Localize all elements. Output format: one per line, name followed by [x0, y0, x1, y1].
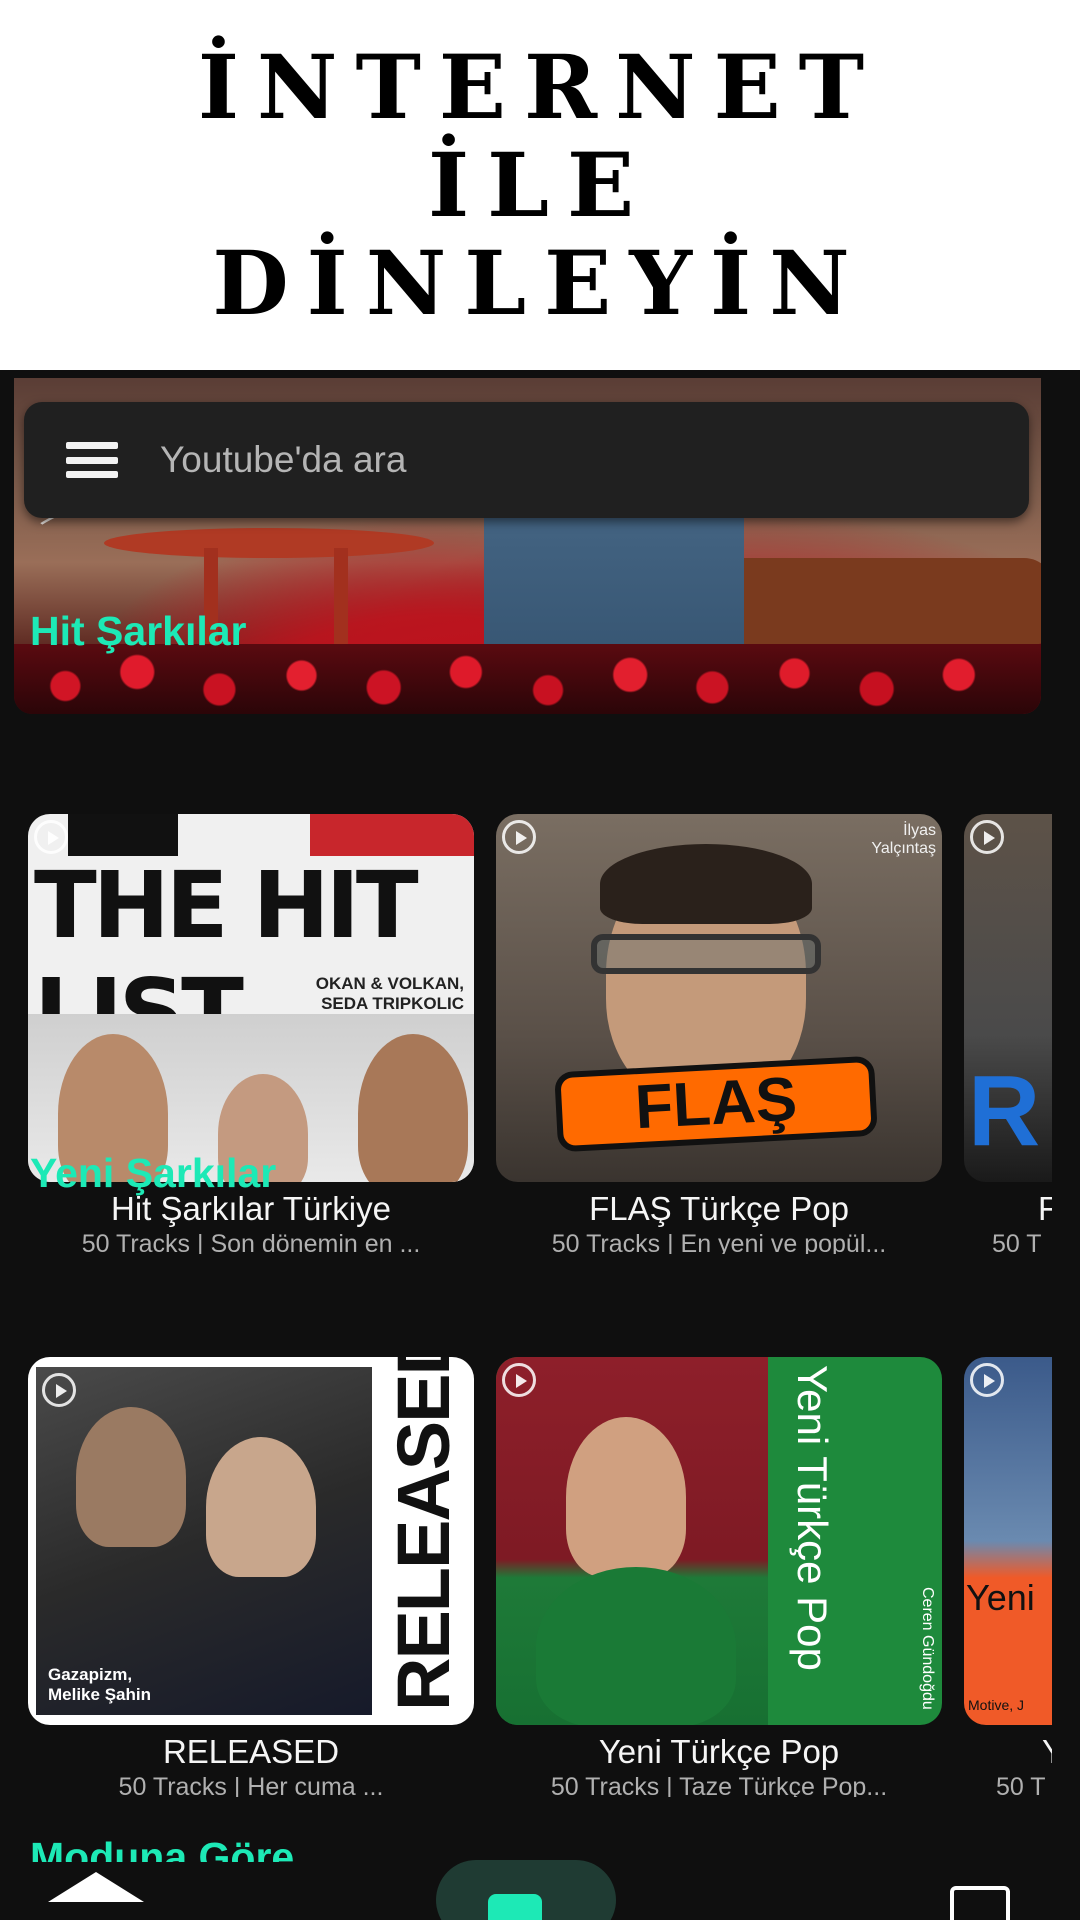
play-badge-icon — [42, 1373, 76, 1407]
play-badge-icon — [502, 1363, 536, 1397]
promo-line-2: İLE — [427, 133, 653, 237]
section-title-yeni: Yeni Şarkılar — [30, 1150, 277, 1196]
playlist-cover[interactable]: Yeni Motive, J — [964, 1357, 1052, 1725]
card-title: RELEASED — [162, 1733, 340, 1770]
search-input[interactable]: Youtube'da ara — [160, 402, 406, 518]
card-title: F — [1038, 1190, 1052, 1227]
hamburger-menu-icon[interactable] — [66, 442, 118, 478]
search-bar[interactable]: Youtube'da ara — [24, 402, 1029, 518]
home-icon[interactable] — [48, 1872, 144, 1902]
cover-decor — [68, 814, 178, 856]
promo-line-1: İNTERNET — [197, 35, 883, 139]
card-subtitle: 50 Tracks | Taze Türkçe Pop... — [550, 1773, 888, 1797]
playlist-cover[interactable]: RELEASED Gazapizm, Melike Şahin — [28, 1357, 474, 1725]
play-badge-icon — [970, 1363, 1004, 1397]
section-title-mood: Moduna Göre — [30, 1834, 295, 1862]
cover-artist-text: İlyas Yalçıntaş — [871, 822, 936, 857]
card-subtitle: 50 T — [996, 1773, 1046, 1797]
cover-artist-text: Gazapizm, Melike Şahin — [48, 1665, 151, 1704]
playlist-cover[interactable]: THE HIT LIST OKAN & VOLKAN, SEDA TRIPKOL… — [28, 814, 474, 1182]
play-badge-icon — [970, 820, 1004, 854]
card-subtitle: 50 Tracks | Son dönemin en ... — [81, 1230, 421, 1254]
card-subtitle: 50 T — [992, 1230, 1042, 1254]
playlist-cover[interactable]: FLAŞ İlyas Yalçıntaş — [496, 814, 942, 1182]
cover-title-text: Yeni — [966, 1577, 1035, 1618]
card-title: Yeni Türkçe Pop — [598, 1733, 840, 1770]
tab-player[interactable] — [436, 1860, 616, 1920]
promo-banner: İNTERNET İLE DİNLEYİN — [0, 0, 1080, 370]
play-badge-icon — [502, 820, 536, 854]
card-title: FLAŞ Türkçe Pop — [589, 1190, 849, 1227]
playlist-cover[interactable]: Yeni Türkçe Pop Ceren Gündoğdu — [496, 1357, 942, 1725]
playlist-cover[interactable]: R — [964, 814, 1052, 1182]
play-tab-icon — [488, 1894, 542, 1920]
card-subtitle: 50 Tracks | En yeni ve popül... — [551, 1230, 887, 1254]
playlist-card[interactable]: RELEASED Gazapizm, Melike Şahin RELEASED… — [28, 1357, 474, 1797]
promo-line-3: DİNLEYİN — [212, 231, 868, 335]
section-title-hit: Hit Şarkılar — [30, 608, 247, 654]
cover-title-text: Yeni Türkçe Pop — [789, 1365, 836, 1671]
radio-icon[interactable] — [950, 1886, 1010, 1920]
card-title: Y — [964, 1733, 1052, 1771]
cover-artist-text: Ceren Gündoğdu — [919, 1587, 936, 1710]
cover-title-text: RELEASED — [382, 1357, 465, 1711]
cover-artist-text: OKAN & VOLKAN, SEDA TRIPKOLIC — [315, 974, 464, 1013]
playlist-card[interactable]: Yeni Türkçe Pop Ceren Gündoğdu Yeni Türk… — [496, 1357, 942, 1797]
cover-photo — [496, 1357, 768, 1725]
playlist-card[interactable]: R F 50 T — [964, 814, 1052, 1254]
cover-decor — [591, 934, 821, 974]
cover-photo — [36, 1367, 372, 1715]
cover-artist-text: Motive, J — [968, 1697, 1025, 1713]
bottom-navigation — [0, 1860, 1080, 1920]
cover-title-text: FLAŞ — [554, 1055, 878, 1153]
cover-title-text: R — [968, 1055, 1041, 1167]
play-badge-icon — [34, 820, 68, 854]
cover-decor — [600, 844, 812, 924]
card-subtitle: 50 Tracks | Her cuma ... — [118, 1773, 384, 1797]
carousel-yeni[interactable]: RELEASED Gazapizm, Melike Şahin RELEASED… — [0, 1357, 1052, 1797]
cover-decor — [310, 814, 474, 856]
playlist-card[interactable]: Yeni Motive, J Y 50 T — [964, 1357, 1052, 1797]
playlist-card[interactable]: FLAŞ İlyas Yalçıntaş FLAŞ Türkçe Pop 50 … — [496, 814, 942, 1254]
app-screen: Youtube'da ara Hit Şarkılar THE HIT LIST… — [0, 370, 1080, 1920]
